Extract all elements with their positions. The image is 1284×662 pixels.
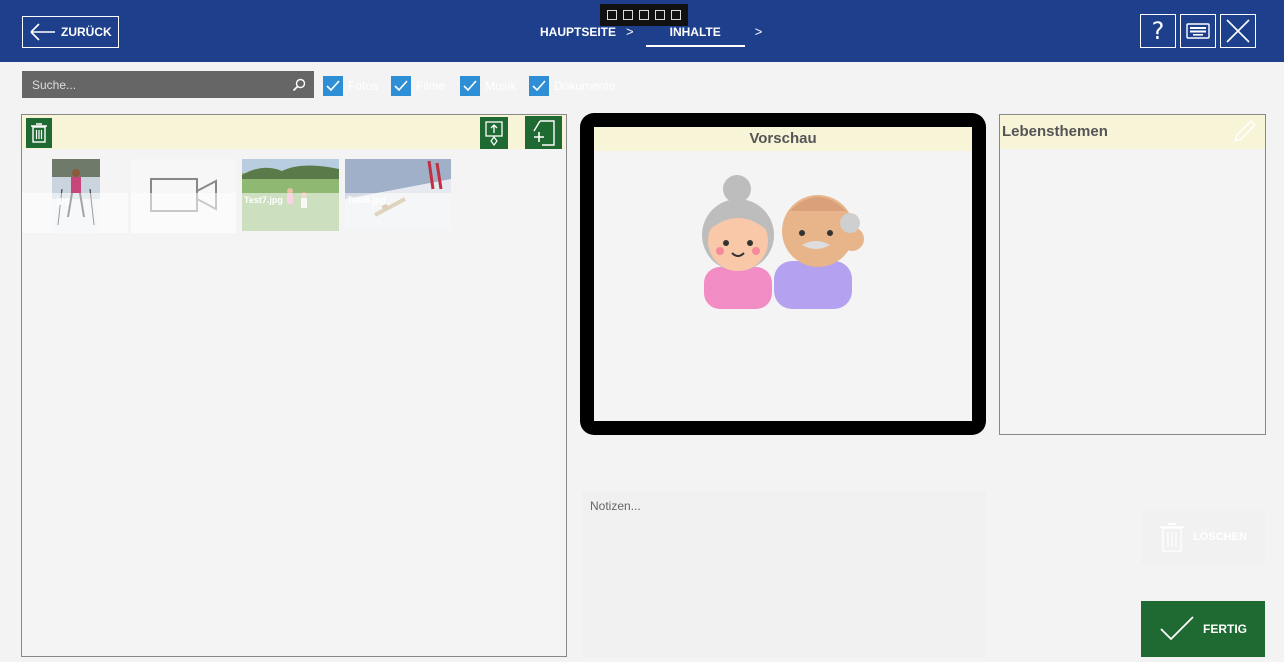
capture-tool-icon[interactable]: [671, 10, 681, 20]
checkbox-checked-icon[interactable]: [529, 76, 549, 96]
capture-tool-icon[interactable]: [607, 10, 617, 20]
breadcrumb-separator: >: [626, 24, 634, 39]
filter-dokumente[interactable]: Dokumente: [529, 76, 615, 96]
filter-fotos-label: Fotos: [348, 79, 379, 93]
capture-tool-icon[interactable]: [639, 10, 649, 20]
life-themes-header: Lebensthemen: [1000, 115, 1265, 149]
preview-panel: Vorschau: [594, 127, 972, 421]
media-thumbnail[interactable]: [131, 159, 236, 233]
breadcrumb: HAUPTSEITE > INHALTE >: [540, 24, 774, 47]
app-header: ZURÜCK HAUPTSEITE > INHALTE > ?: [0, 0, 1284, 62]
filter-musik-label: Musik: [485, 79, 517, 93]
filter-fotos[interactable]: Fotos: [323, 76, 378, 96]
done-label: FERTIG: [1203, 622, 1247, 636]
thumbnail-label: Test8.jpg: [345, 193, 451, 229]
thumbnail-label: [131, 193, 236, 233]
delete-media-button[interactable]: [26, 118, 52, 148]
filter-musik[interactable]: Musik: [460, 76, 516, 96]
delete-label: LÖSCHEN: [1193, 531, 1247, 543]
add-document-icon: [532, 119, 555, 146]
capture-tool-icon[interactable]: [655, 10, 665, 20]
capture-tool-icon[interactable]: [623, 10, 633, 20]
done-button[interactable]: FERTIG: [1141, 601, 1265, 657]
checkbox-checked-icon[interactable]: [323, 76, 343, 96]
media-panel: .jpg Test7.jpg Test8.jpg: [21, 114, 567, 657]
import-button[interactable]: [480, 117, 508, 149]
help-button[interactable]: ?: [1140, 14, 1176, 48]
breadcrumb-current[interactable]: INHALTE: [645, 25, 745, 47]
screen-capture-toolbar: [600, 4, 688, 26]
search-input[interactable]: [22, 77, 292, 92]
upload-icon: [485, 121, 503, 146]
keyboard-icon: [1186, 23, 1210, 39]
close-button[interactable]: [1220, 14, 1256, 48]
filter-dokumente-label: Dokumente: [554, 79, 616, 93]
elderly-couple-illustration: [702, 175, 864, 309]
media-thumbnail[interactable]: Test8.jpg: [345, 159, 451, 229]
media-toolbar: [22, 115, 566, 149]
trash-icon: [1160, 523, 1185, 552]
media-thumbnail[interactable]: Test7.jpg: [242, 159, 339, 231]
delete-button[interactable]: LÖSCHEN: [1141, 510, 1265, 564]
thumbnail-label: .jpg: [22, 193, 128, 233]
breadcrumb-separator: >: [754, 24, 763, 39]
edit-pencil-icon[interactable]: [1231, 119, 1257, 145]
checkbox-checked-icon[interactable]: [391, 76, 411, 96]
back-label: ZURÜCK: [61, 25, 112, 39]
add-media-button[interactable]: [525, 116, 562, 149]
thumbnail-label: Test7.jpg: [242, 193, 339, 231]
preview-frame: Vorschau: [580, 113, 986, 435]
checkbox-checked-icon[interactable]: [460, 76, 480, 96]
keyboard-button[interactable]: [1180, 14, 1216, 48]
life-themes-panel: Lebensthemen: [999, 114, 1266, 435]
breadcrumb-home[interactable]: HAUPTSEITE: [540, 25, 616, 39]
life-themes-title: Lebensthemen: [1002, 123, 1108, 140]
close-icon: [1226, 19, 1250, 43]
preview-title: Vorschau: [594, 127, 972, 151]
notes-area: [582, 491, 986, 657]
help-icon: ?: [1151, 17, 1165, 45]
search-icon[interactable]: [292, 78, 306, 92]
trash-icon: [31, 123, 47, 143]
checkmark-icon: [1160, 616, 1194, 641]
back-button[interactable]: ZURÜCK: [22, 16, 119, 48]
search-box: [22, 71, 314, 98]
arrow-left-icon: [30, 23, 55, 41]
media-thumbnail[interactable]: .jpg: [22, 159, 128, 233]
filter-filme[interactable]: Filme: [391, 76, 445, 96]
notes-input[interactable]: [582, 491, 986, 657]
filter-filme-label: Filme: [416, 79, 446, 93]
